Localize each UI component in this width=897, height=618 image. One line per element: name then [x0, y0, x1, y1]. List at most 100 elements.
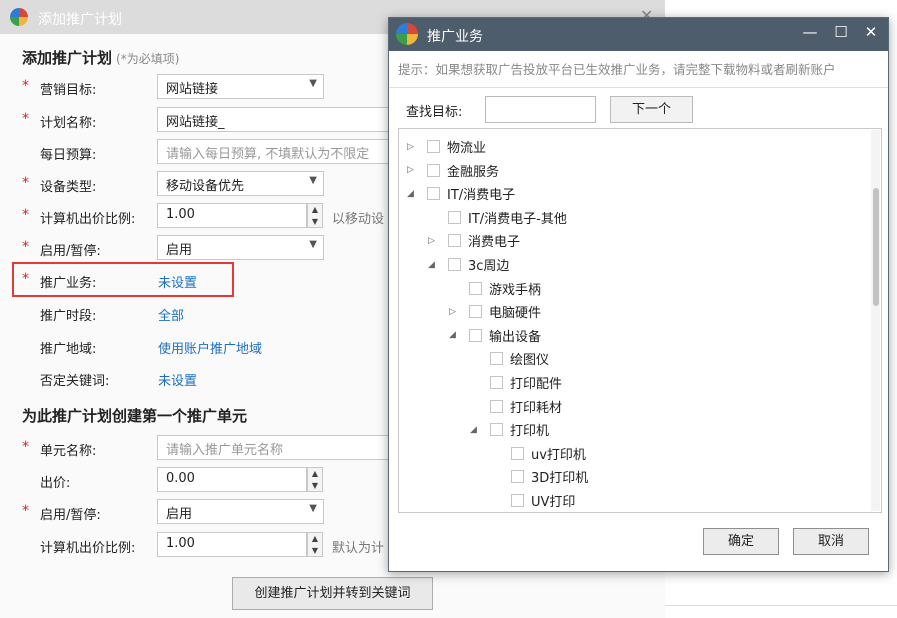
- tree-checkbox[interactable]: [469, 328, 482, 342]
- unit-name-input[interactable]: 请输入推广单元名称: [157, 435, 389, 460]
- tree-item-label: 电脑硬件: [489, 306, 542, 322]
- tree-item[interactable]: uv打印机: [491, 444, 586, 464]
- expand-arrow-icon[interactable]: ▷: [407, 165, 419, 175]
- tree-item-label: 输出设备: [489, 329, 542, 345]
- required-mark: *: [22, 239, 29, 255]
- region-link[interactable]: 使用账户推广地域: [158, 338, 262, 357]
- tree-item[interactable]: 3D打印机: [491, 467, 588, 487]
- bid-input[interactable]: 0.00: [157, 467, 307, 492]
- stepper-down-icon[interactable]: ▼: [308, 216, 322, 227]
- required-mark: *: [22, 271, 29, 287]
- daily-budget-label: 每日预算:: [40, 148, 97, 163]
- tree-item-label: uv打印机: [531, 447, 586, 463]
- region-label: 推广地域:: [40, 342, 97, 357]
- tree-item[interactable]: 游戏手柄: [449, 279, 541, 299]
- tree-item[interactable]: 打印配件: [470, 373, 562, 393]
- tree-item[interactable]: 绘图仪: [470, 349, 549, 369]
- cancel-button[interactable]: 取消: [793, 528, 869, 555]
- tree-item-label: 游戏手柄: [489, 282, 542, 298]
- tree-checkbox[interactable]: [511, 470, 524, 484]
- stepper-up-icon[interactable]: ▲: [308, 204, 322, 215]
- minimize-icon[interactable]: —: [800, 23, 820, 41]
- device-type-select[interactable]: 移动设备优先 ▼: [157, 171, 324, 196]
- expand-arrow-icon[interactable]: ▷: [407, 142, 419, 152]
- business-label: 推广业务:: [40, 276, 97, 291]
- ok-button[interactable]: 确定: [703, 528, 779, 555]
- stepper-down-icon[interactable]: ▼: [308, 545, 322, 556]
- daily-budget-input[interactable]: 请输入每日预算, 不填默认为不限定: [157, 139, 389, 164]
- tree-item[interactable]: ▷ 消费电子: [428, 231, 520, 251]
- scrollbar-thumb[interactable]: [873, 188, 879, 306]
- tree-item[interactable]: ◢ IT/消费电子: [407, 184, 515, 204]
- tree-item-label: 绘图仪: [510, 353, 550, 369]
- tree-checkbox[interactable]: [490, 376, 503, 389]
- expand-arrow-icon[interactable]: ▷: [449, 307, 461, 317]
- close-icon[interactable]: ✕: [861, 23, 881, 41]
- unit-status-value: 启用: [166, 507, 193, 522]
- business-link[interactable]: 未设置: [158, 272, 197, 291]
- search-input[interactable]: [485, 96, 596, 123]
- tree-checkbox[interactable]: [490, 352, 503, 366]
- pc-bid-ratio-input[interactable]: 1.00: [157, 203, 307, 228]
- marketing-goal-select[interactable]: 网站链接 ▼: [157, 74, 324, 99]
- unit-pc-bid-ratio-input[interactable]: 1.00: [157, 532, 307, 557]
- negative-keywords-label: 否定关键词:: [40, 374, 110, 389]
- tree-item-label: UV打印: [531, 495, 576, 510]
- plan-name-input[interactable]: 网站链接_: [157, 107, 389, 132]
- stepper-down-icon[interactable]: ▼: [308, 480, 322, 491]
- tree-checkbox[interactable]: [448, 258, 461, 271]
- collapse-arrow-icon[interactable]: ◢: [407, 189, 419, 199]
- tree-item-label: 打印耗材: [510, 400, 563, 416]
- tree-item[interactable]: ◢ 打印机: [470, 420, 549, 440]
- screen: 添加推广计划 ✕ 添加推广计划 (*为必填项) * 营销目标: 网站链接 ▼ * …: [0, 0, 897, 618]
- status-select[interactable]: 启用 ▼: [157, 235, 324, 260]
- marketing-goal-label: 营销目标:: [40, 83, 97, 98]
- tree-checkbox[interactable]: [427, 187, 440, 201]
- tree-checkbox[interactable]: [427, 163, 440, 177]
- schedule-link[interactable]: 全部: [158, 305, 184, 324]
- tree-item[interactable]: ▷ 物流业: [407, 137, 486, 157]
- maximize-icon[interactable]: ☐: [831, 23, 851, 41]
- tree-checkbox[interactable]: [469, 281, 482, 295]
- device-type-label: 设备类型:: [40, 180, 97, 195]
- business-tree: ▷ 物流业 ▷ 金融服务 ◢ IT/消费电子 IT/消费电子-其他 ▷ 消费电子 ◢ 3c周边游戏手…: [398, 128, 882, 513]
- tree-item-label: 消费电子: [468, 235, 521, 251]
- tree-scrollbar[interactable]: [871, 130, 880, 511]
- collapse-arrow-icon[interactable]: ◢: [449, 330, 461, 340]
- create-plan-button[interactable]: 创建推广计划并转到关键词: [232, 577, 433, 610]
- pc-bid-ratio-stepper[interactable]: ▲ ▼: [307, 203, 323, 228]
- search-label: 查找目标:: [406, 105, 463, 120]
- tree-item[interactable]: UV打印: [491, 491, 575, 511]
- status-label: 启用/暂停:: [40, 244, 101, 259]
- tree-checkbox[interactable]: [448, 210, 461, 224]
- tree-checkbox[interactable]: [469, 305, 482, 319]
- window-title: 添加推广计划: [38, 12, 122, 28]
- unit-status-select[interactable]: 启用 ▼: [157, 499, 324, 524]
- tree-checkbox[interactable]: [448, 234, 461, 248]
- tree-item[interactable]: IT/消费电子-其他: [428, 208, 567, 228]
- tree-item[interactable]: 打印耗材: [470, 397, 562, 417]
- tree-checkbox[interactable]: [511, 494, 524, 507]
- collapse-arrow-icon[interactable]: ◢: [428, 260, 440, 270]
- unit-pc-bid-ratio-stepper[interactable]: ▲ ▼: [307, 532, 323, 557]
- unit-name-label: 单元名称:: [40, 444, 97, 459]
- tree-item[interactable]: ▷ 金融服务: [407, 161, 499, 181]
- stepper-up-icon[interactable]: ▲: [308, 468, 322, 479]
- tree-item[interactable]: ◢ 输出设备: [449, 326, 541, 346]
- next-button[interactable]: 下一个: [610, 96, 693, 123]
- schedule-label: 推广时段:: [40, 309, 97, 324]
- negative-keywords-link[interactable]: 未设置: [158, 370, 197, 389]
- tree-item[interactable]: ◢ 3c周边: [428, 255, 509, 275]
- chevron-down-icon: ▼: [309, 175, 317, 186]
- stepper-up-icon[interactable]: ▲: [308, 533, 322, 544]
- collapse-arrow-icon[interactable]: ◢: [470, 425, 482, 435]
- tree-checkbox[interactable]: [427, 140, 440, 153]
- tree-item[interactable]: ▷ 电脑硬件: [449, 302, 541, 322]
- tree-checkbox[interactable]: [490, 399, 503, 413]
- bid-stepper[interactable]: ▲ ▼: [307, 467, 323, 492]
- expand-arrow-icon[interactable]: ▷: [428, 236, 440, 246]
- tree-item-label: 3c周边: [468, 259, 510, 274]
- tree-checkbox[interactable]: [490, 423, 503, 437]
- tree-checkbox[interactable]: [511, 446, 524, 460]
- chevron-down-icon: ▼: [309, 78, 317, 89]
